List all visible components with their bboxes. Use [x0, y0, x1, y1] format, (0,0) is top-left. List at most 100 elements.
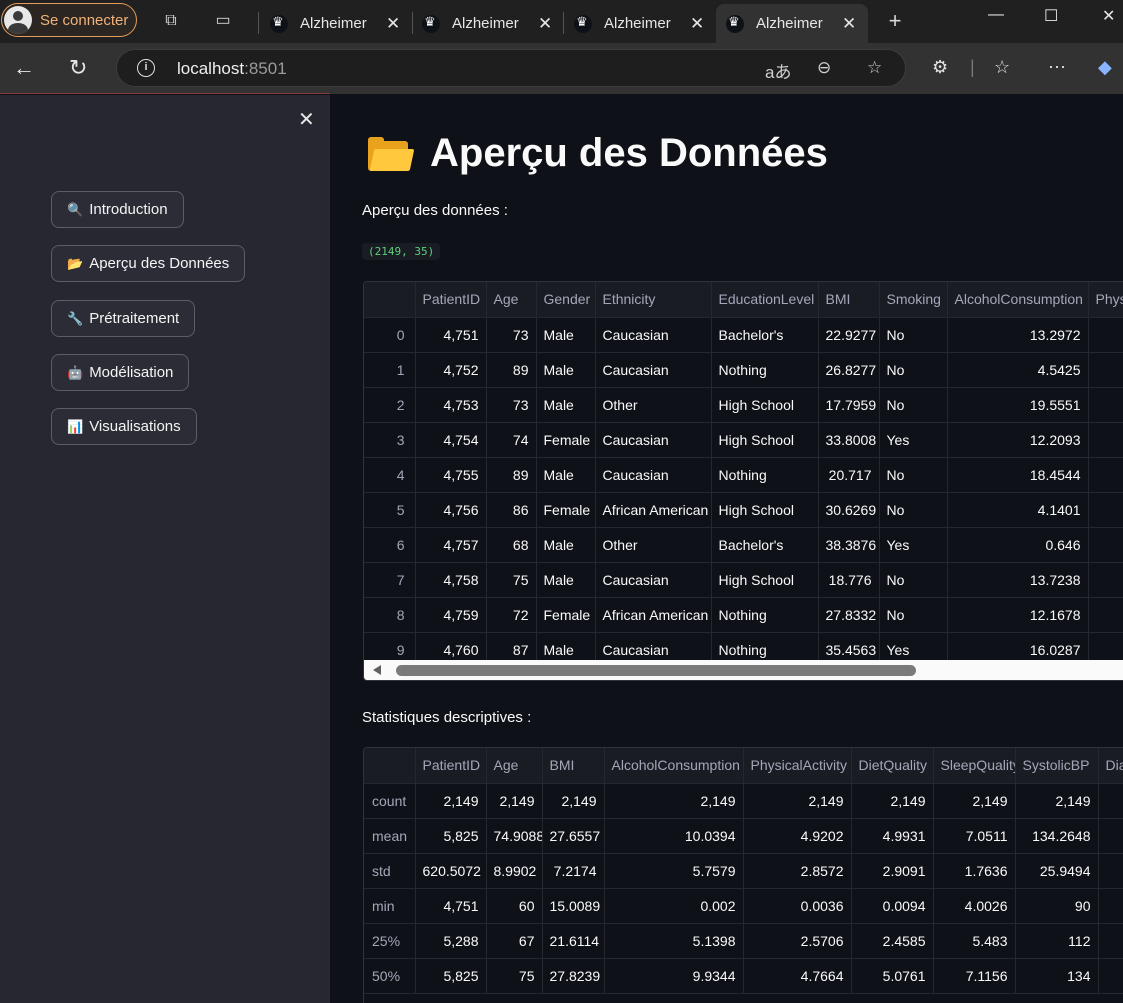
column-header[interactable]: BMI [818, 282, 880, 318]
browser-tab[interactable]: Alzheimer Dis ✕ [412, 4, 564, 43]
tab-title: Alzheimer Dis [604, 15, 676, 32]
column-header[interactable]: Age [486, 282, 537, 318]
table-cell: 4,758 [415, 562, 487, 598]
address-bar[interactable]: i localhost:8501 aあ ⊖ ☆ [116, 49, 906, 87]
more-options-icon[interactable]: ⋯ [1048, 57, 1066, 78]
browser-tab[interactable]: Alzheimer Dis ✕ [260, 4, 412, 43]
streamlit-favicon-icon [422, 14, 440, 33]
row-index: 0 [364, 317, 416, 353]
new-tab-icon[interactable]: + [884, 10, 906, 32]
column-header[interactable]: PatientID [415, 748, 487, 784]
workspaces-icon[interactable]: ⧉ [160, 10, 182, 32]
preview-dataframe[interactable]: PatientID Age Gender Ethnicity EducationLeve… [363, 281, 1123, 681]
site-info-icon[interactable]: i [137, 59, 155, 77]
column-header[interactable]: DietQuality [851, 748, 934, 784]
sidebar-item-visualisations[interactable]: 📊 Visualisations [51, 408, 197, 445]
column-header[interactable]: Age [486, 748, 543, 784]
scrollbar-thumb[interactable] [396, 665, 916, 676]
table-cell: 18.776 [818, 562, 880, 598]
table-cell: No [879, 352, 948, 388]
column-header[interactable]: BMI [542, 748, 605, 784]
tab-actions-icon[interactable]: ▭ [212, 10, 234, 32]
table-cell: 7.1156 [933, 958, 1016, 994]
close-tab-icon[interactable]: ✕ [386, 14, 400, 34]
column-header[interactable]: Gender [536, 282, 596, 318]
table-cell: Other [595, 527, 712, 563]
column-header[interactable]: SleepQuality [933, 748, 1016, 784]
column-header[interactable]: AlcoholConsumption [604, 748, 744, 784]
table-cell [1088, 387, 1123, 423]
column-header[interactable]: PhysicalActivity [743, 748, 852, 784]
scroll-left-arrow-icon[interactable] [373, 665, 381, 675]
translate-icon[interactable]: aあ [765, 58, 791, 83]
sidebar-item-label: Prétraitement [89, 310, 180, 327]
table-cell: Male [536, 527, 596, 563]
sidebar-item-introduction[interactable]: 🔍 Introduction [51, 191, 184, 228]
table-cell [1088, 317, 1123, 353]
column-header[interactable]: PatientID [415, 282, 487, 318]
bar-chart-icon: 📊 [67, 418, 84, 434]
table-cell: 74.9088 [486, 818, 543, 854]
table-cell: 1.7636 [933, 853, 1016, 889]
minimize-icon[interactable]: — [988, 6, 1004, 24]
maximize-icon[interactable]: ☐ [1044, 6, 1058, 26]
horizontal-scrollbar[interactable] [364, 660, 1123, 680]
column-header[interactable]: EducationLevel [711, 282, 819, 318]
table-cell: 38.3876 [818, 527, 880, 563]
streamlit-favicon-icon [270, 14, 288, 33]
copilot-icon[interactable]: ◆ [1098, 57, 1112, 78]
column-header[interactable]: SystolicBP [1015, 748, 1099, 784]
sidebar-item-pretraitement[interactable]: 🔧 Prétraitement [51, 300, 196, 337]
refresh-icon[interactable]: ↻ [69, 55, 87, 81]
table-cell: 13.2972 [947, 317, 1089, 353]
browser-tab-bar: Se connecter ⧉ ▭ Alzheimer Dis ✕ Alzheim… [0, 0, 1123, 43]
table-cell: 2.9091 [851, 853, 934, 889]
table-cell: 18.4544 [947, 457, 1089, 493]
table-cell: High School [711, 562, 819, 598]
column-header[interactable]: DiastolicBP [1098, 748, 1123, 784]
close-tab-icon[interactable]: ✕ [538, 14, 552, 34]
table-cell [1088, 597, 1123, 633]
close-tab-icon[interactable]: ✕ [690, 14, 704, 34]
extensions-icon[interactable]: ⚙ [932, 57, 948, 78]
favorites-icon[interactable]: ☆ [994, 57, 1010, 78]
streamlit-favicon-icon [574, 14, 592, 33]
url-text[interactable]: localhost:8501 [177, 59, 287, 79]
table-cell [1088, 492, 1123, 528]
close-tab-icon[interactable]: ✕ [842, 14, 856, 34]
column-header[interactable]: AlcoholConsumption [947, 282, 1089, 318]
column-header[interactable]: Ethnicity [595, 282, 712, 318]
close-sidebar-icon[interactable]: ✕ [298, 107, 315, 132]
page-title-text: Aperçu des Données [430, 131, 828, 175]
open-folder-icon [368, 136, 415, 171]
zoom-icon[interactable]: ⊖ [817, 58, 831, 78]
column-header[interactable]: PhysicalActivity [1088, 282, 1123, 318]
table-cell: High School [711, 387, 819, 423]
table-cell: 9.9344 [604, 958, 744, 994]
table-cell: 27.8332 [818, 597, 880, 633]
stats-dataframe[interactable]: PatientID Age BMI AlcoholConsumption Physica… [363, 747, 1123, 1003]
table-cell [1088, 527, 1123, 563]
table-row: 25% 5,288 67 21.6114 5.1398 2.5706 2.4585 5.483… [364, 923, 1123, 959]
column-header[interactable] [364, 748, 416, 784]
table-cell: 0.002 [604, 888, 744, 924]
table-cell: Male [536, 457, 596, 493]
browser-tab-active[interactable]: Alzheimer Dis ✕ [716, 4, 868, 43]
close-window-icon[interactable]: ✕ [1102, 6, 1115, 26]
table-cell: No [879, 457, 948, 493]
table-cell: 5,825 [415, 958, 487, 994]
table-cell [1088, 422, 1123, 458]
column-header[interactable] [364, 282, 416, 318]
table-cell: 4,751 [415, 888, 487, 924]
table-cell: 4,752 [415, 352, 487, 388]
sidebar-item-modelisation[interactable]: 🤖 Modélisation [51, 354, 190, 391]
sign-in-button[interactable]: Se connecter [1, 3, 137, 37]
table-cell: 2,149 [486, 783, 543, 819]
table-cell: 30.6269 [818, 492, 880, 528]
browser-tab[interactable]: Alzheimer Dis ✕ [564, 4, 716, 43]
column-header[interactable]: Smoking [879, 282, 948, 318]
table-cell: 4,759 [415, 597, 487, 633]
favorite-star-icon[interactable]: ☆ [867, 58, 882, 78]
back-arrow-icon[interactable]: ← [13, 55, 35, 81]
sidebar-item-apercu[interactable]: 📂 Aperçu des Données [51, 245, 246, 282]
